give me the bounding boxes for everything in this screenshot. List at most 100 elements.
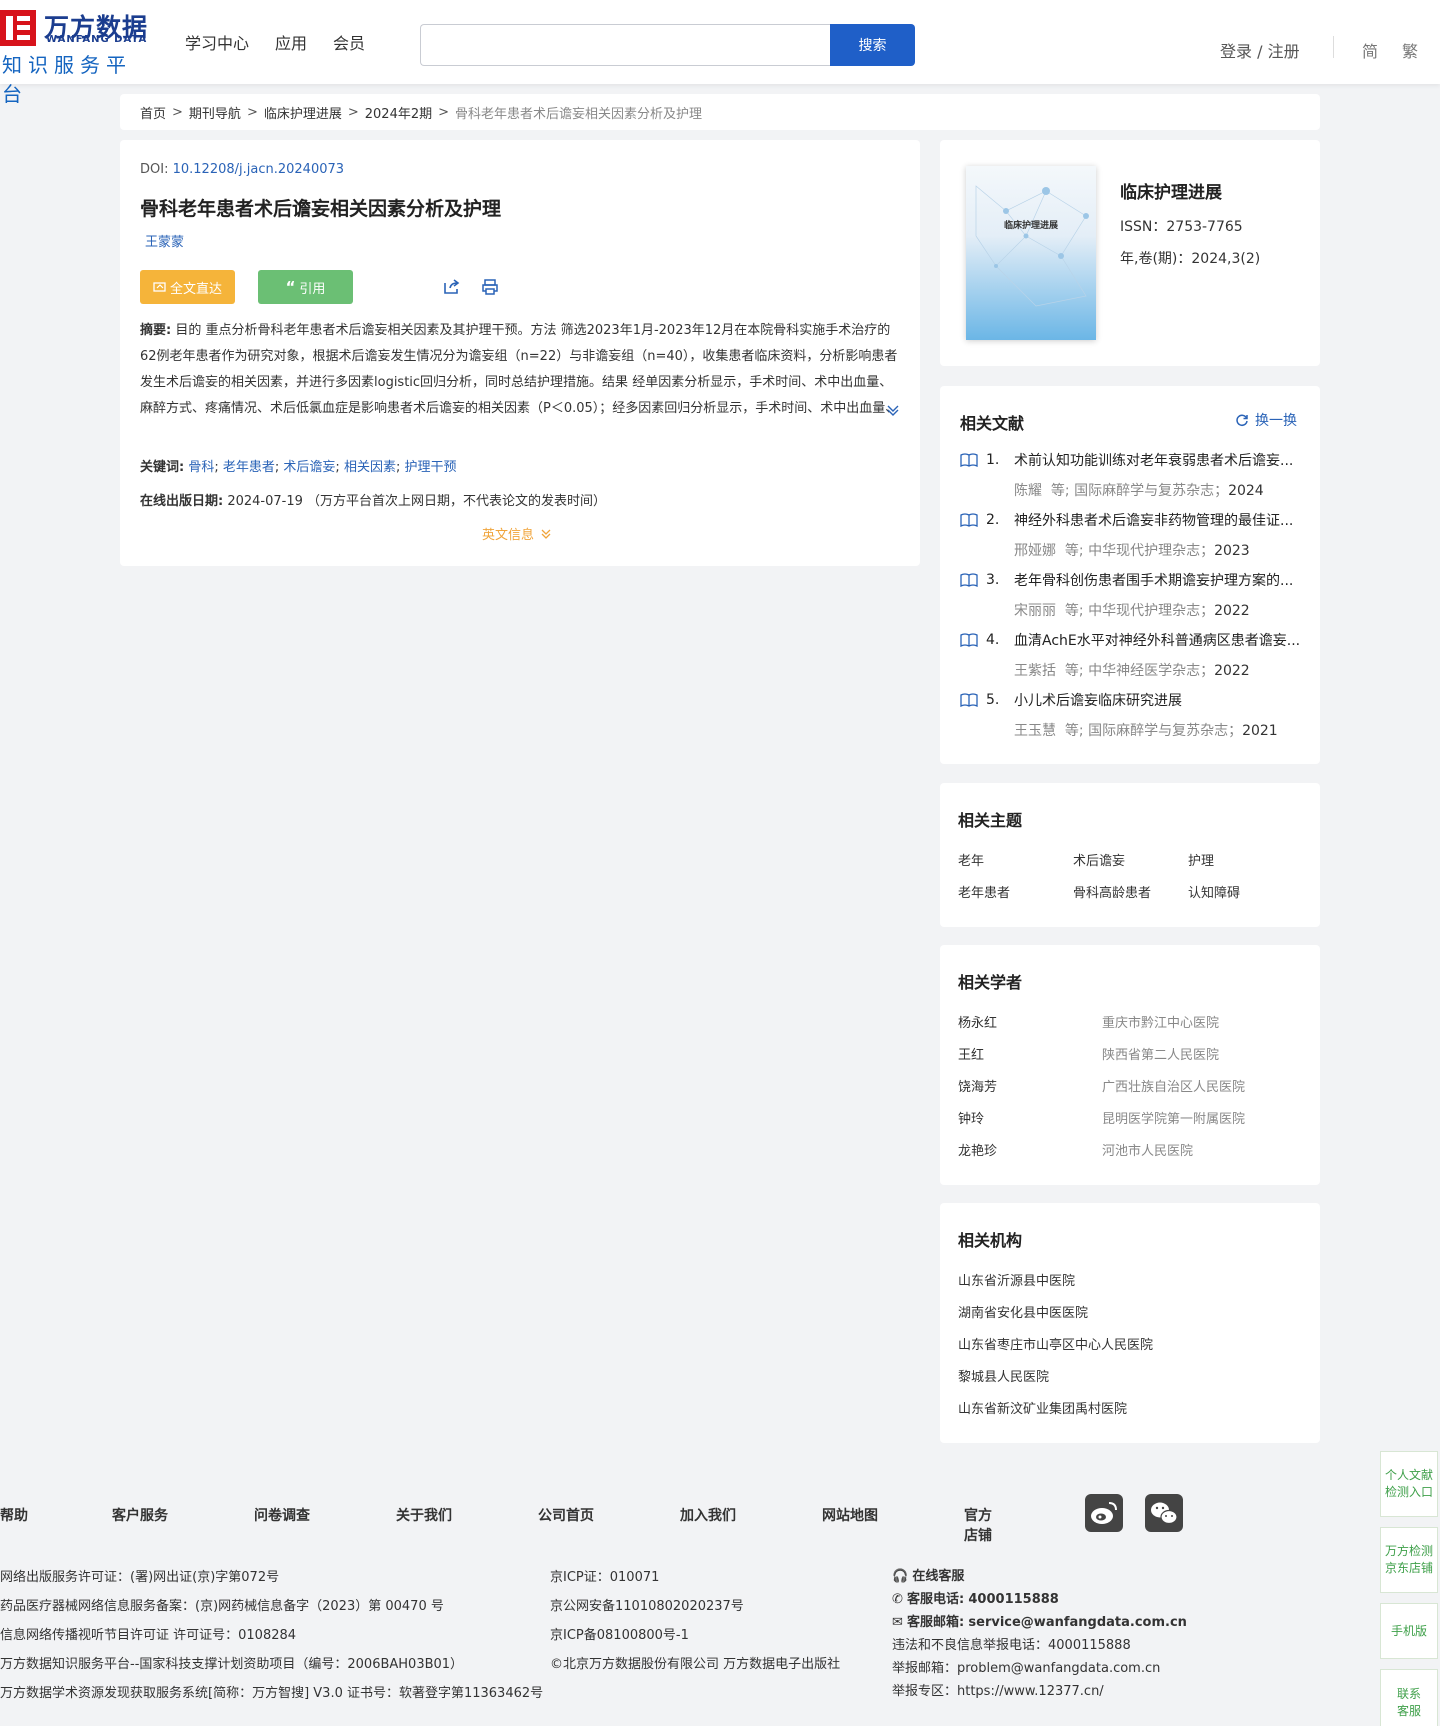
footer-col-contact: 🎧 在线客服 ✆ 客服电话: 4000115888 ✉ 客服邮箱: servic… — [892, 1565, 1187, 1703]
chevron-down-icon — [541, 529, 551, 539]
footer-icp-line[interactable]: 京ICP证：010071 — [550, 1563, 840, 1592]
topic-link[interactable]: 术后谵妄 — [1073, 850, 1125, 869]
online-service-link[interactable]: 🎧 在线客服 — [892, 1565, 1187, 1588]
footer-link-customer-service[interactable]: 客户服务 — [112, 1505, 168, 1525]
keyword-link[interactable]: 相关因素 — [344, 460, 396, 475]
float-contact-service[interactable]: 联系 客服 — [1380, 1669, 1438, 1726]
related-doc-title[interactable]: 神经外科患者术后谵妄非药物管理的最佳证... — [1014, 510, 1293, 530]
pubdate-label: 在线出版日期: — [140, 494, 224, 509]
topic-link[interactable]: 护理 — [1188, 850, 1214, 869]
scholar-name[interactable]: 饶海芳 — [958, 1076, 997, 1095]
keyword-link[interactable]: 护理干预 — [404, 460, 456, 475]
related-scholars-title: 相关学者 — [958, 973, 1023, 992]
lang-simplified[interactable]: 简 — [1362, 38, 1378, 62]
scholar-org[interactable]: 重庆市黔江中心医院 — [1102, 1012, 1219, 1031]
keyword-link[interactable]: 骨科 — [188, 460, 214, 475]
breadcrumb-current: 骨科老年患者术后谵妄相关因素分析及护理 — [455, 106, 703, 122]
related-doc-journal: 中华现代护理杂志 — [1088, 543, 1201, 559]
journal-name[interactable]: 临床护理进展 — [1120, 178, 1222, 203]
related-doc-title[interactable]: 老年骨科创伤患者围手术期谵妄护理方案的... — [1014, 570, 1293, 590]
swap-button[interactable]: 换一换 — [1235, 410, 1297, 430]
footer-link-about[interactable]: 关于我们 — [396, 1505, 452, 1525]
print-icon[interactable] — [480, 277, 500, 297]
org-link[interactable]: 山东省新汶矿业集团禹村医院 — [958, 1398, 1127, 1417]
topic-link[interactable]: 骨科高龄患者 — [1073, 882, 1151, 901]
author-link[interactable]: 王蒙蒙 — [145, 231, 184, 250]
breadcrumb-separator: > — [246, 104, 258, 120]
book-icon — [960, 633, 978, 647]
nav-membership[interactable]: 会员 — [333, 30, 365, 54]
report-email[interactable]: 举报邮箱：problem@wanfangdata.com.cn — [892, 1657, 1187, 1680]
pubdate-line: 在线出版日期: 2024-07-19 （万方平台首次上网日期，不代表论文的发表时… — [140, 490, 606, 509]
breadcrumb-separator: > — [172, 104, 183, 120]
topic-link[interactable]: 老年 — [958, 850, 984, 869]
nav-learning-center[interactable]: 学习中心 — [185, 30, 249, 54]
email-value[interactable]: service@wanfangdata.com.cn — [968, 1615, 1187, 1630]
float-doc-check[interactable]: 个人文献 检测入口 — [1380, 1451, 1438, 1517]
scholar-name[interactable]: 龙艳珍 — [958, 1140, 997, 1159]
journal-cover-image[interactable]: 临床护理进展 — [966, 166, 1096, 340]
related-doc-journal: 中华现代护理杂志 — [1088, 603, 1201, 619]
refresh-icon — [1236, 414, 1248, 427]
footer-link-store[interactable]: 官方店铺 — [964, 1505, 1000, 1545]
search-button[interactable]: 搜索 — [830, 24, 915, 66]
scholar-org[interactable]: 昆明医学院第一附属医院 — [1102, 1108, 1245, 1127]
org-link[interactable]: 山东省枣庄市山亭区中心人民医院 — [958, 1334, 1153, 1353]
breadcrumb-issue[interactable]: 2024年2期 — [365, 103, 432, 122]
lang-traditional[interactable]: 繁 — [1402, 38, 1418, 62]
breadcrumb-home[interactable]: 首页 — [140, 103, 166, 122]
float-jd-store[interactable]: 万方检测 京东店铺 — [1380, 1527, 1438, 1593]
float-mobile[interactable]: 手机版 — [1380, 1603, 1438, 1659]
weibo-icon[interactable] — [1085, 1494, 1123, 1532]
breadcrumb-journal-nav[interactable]: 期刊导航 — [189, 103, 241, 122]
related-doc-title[interactable]: 血清AchE水平对神经外科普通病区患者谵妄... — [1014, 630, 1300, 650]
footer-link-company[interactable]: 公司首页 — [538, 1505, 594, 1525]
related-doc-author: 邢娅娜 — [1014, 543, 1056, 559]
scholar-org[interactable]: 陕西省第二人民医院 — [1102, 1044, 1219, 1063]
search-input[interactable] — [420, 24, 830, 66]
footer-link-sitemap[interactable]: 网站地图 — [822, 1505, 878, 1525]
footer-link-help[interactable]: 帮助 — [0, 1505, 28, 1525]
scholar-org[interactable]: 河池市人民医院 — [1102, 1140, 1193, 1159]
keyword-link[interactable]: 术后谵妄 — [283, 460, 335, 475]
scholar-name[interactable]: 杨永红 — [958, 1012, 997, 1031]
chevron-down-icon[interactable] — [885, 402, 901, 418]
related-doc-meta: 王紫括 等; 中华神经医学杂志；2022 — [1014, 663, 1250, 679]
footer-link-survey[interactable]: 问卷调查 — [254, 1505, 310, 1525]
org-link[interactable]: 山东省沂源县中医院 — [958, 1270, 1075, 1289]
nav-apps[interactable]: 应用 — [275, 30, 307, 54]
topic-link[interactable]: 老年患者 — [958, 882, 1010, 901]
abstract-text: 摘要: 目的 重点分析骨科老年患者术后谵妄相关因素及其护理干预。方法 筛选202… — [140, 318, 902, 422]
cite-button[interactable]: “ 引用 — [258, 270, 353, 304]
fulltext-icon — [153, 282, 166, 292]
org-link[interactable]: 湖南省安化县中医医院 — [958, 1302, 1088, 1321]
scholar-name[interactable]: 钟玲 — [958, 1108, 984, 1127]
english-info-label: 英文信息 — [482, 528, 535, 543]
footer-license-line: 信息网络传播视听节目许可证 许可证号：0108284 — [0, 1628, 297, 1643]
footer-icp-line[interactable]: 京公网安备11010802020237号 — [550, 1592, 840, 1621]
related-doc-title[interactable]: 术前认知功能训练对老年衰弱患者术后谵妄... — [1014, 450, 1293, 470]
phone-value: 4000115888 — [968, 1592, 1059, 1607]
org-link[interactable]: 黎城县人民医院 — [958, 1366, 1049, 1385]
related-doc-meta: 陈耀 等; 国际麻醉学与复苏杂志；2024 — [1014, 483, 1264, 499]
scholar-name[interactable]: 王红 — [958, 1044, 984, 1063]
keyword-link[interactable]: 老年患者 — [223, 460, 275, 475]
phone-icon: ✆ — [892, 1592, 903, 1607]
breadcrumb-separator: > — [438, 104, 450, 120]
footer-link-join[interactable]: 加入我们 — [680, 1505, 736, 1525]
etal-label: 等; — [1064, 663, 1084, 679]
keywords-line: 关键词: 骨科; 老年患者; 术后谵妄; 相关因素; 护理干预 — [140, 460, 457, 475]
scholar-org[interactable]: 广西壮族自治区人民医院 — [1102, 1076, 1245, 1095]
doi-link[interactable]: 10.12208/j.jacn.20240073 — [173, 162, 344, 177]
footer-icp-line[interactable]: 京ICP备08100800号-1 — [550, 1621, 840, 1650]
report-zone[interactable]: 举报专区：https://www.12377.cn/ — [892, 1680, 1187, 1703]
breadcrumb-journal[interactable]: 临床护理进展 — [264, 103, 342, 122]
wanfang-logo[interactable]: 万方数据 WANFANG DATA 知识服务平台 — [0, 6, 155, 106]
wechat-icon[interactable] — [1145, 1494, 1183, 1532]
share-icon[interactable] — [442, 277, 462, 297]
fulltext-button[interactable]: 全文直达 — [140, 270, 235, 304]
login-register-link[interactable]: 登录 / 注册 — [1220, 38, 1300, 62]
english-info-toggle[interactable]: 英文信息 — [482, 524, 552, 543]
topic-link[interactable]: 认知障碍 — [1188, 882, 1240, 901]
related-doc-title[interactable]: 小儿术后谵妄临床研究进展 — [1014, 690, 1182, 710]
